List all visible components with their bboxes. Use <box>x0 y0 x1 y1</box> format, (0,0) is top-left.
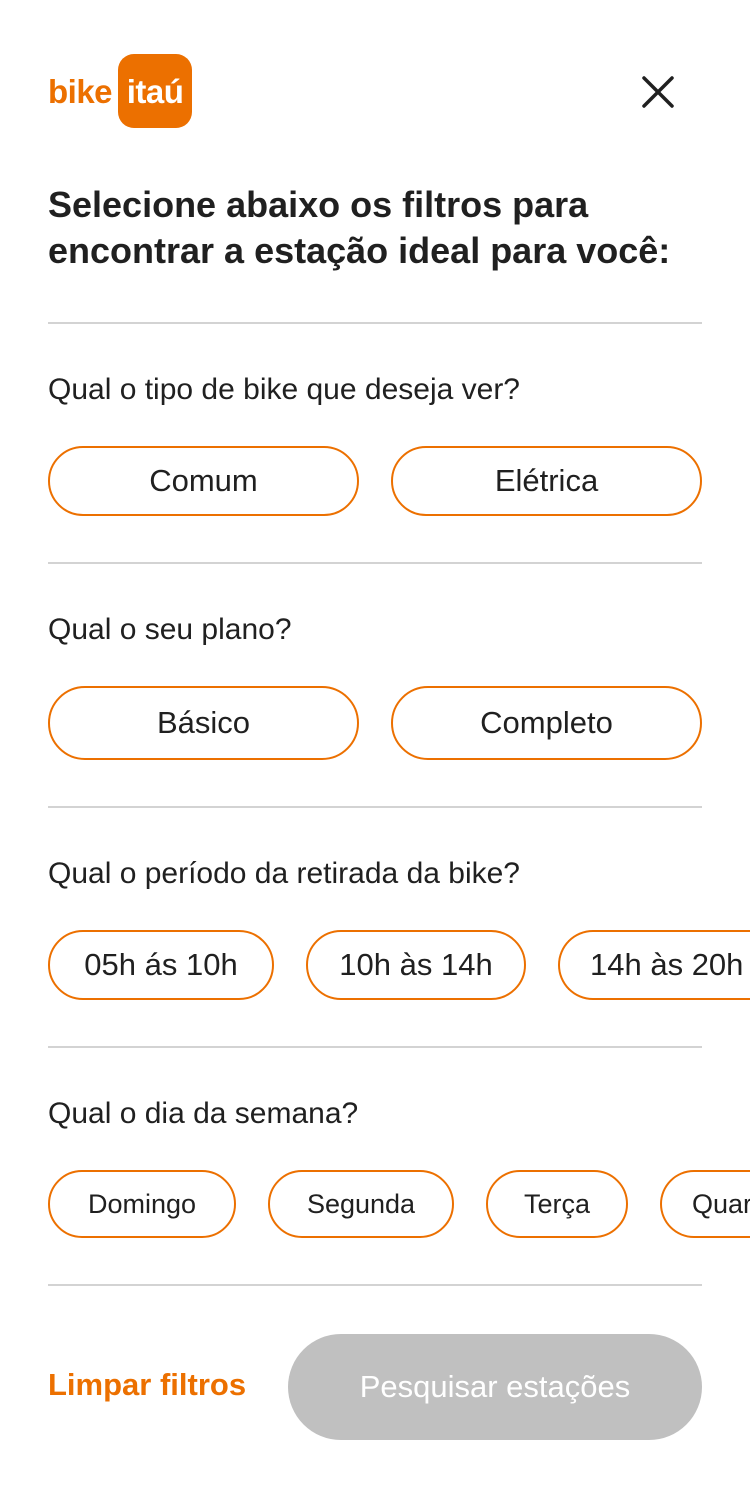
chip-plan-completo[interactable]: Completo <box>391 686 702 760</box>
chip-day-quarta[interactable]: Quarta <box>660 1170 750 1238</box>
search-stations-button[interactable]: Pesquisar estações <box>288 1334 702 1440</box>
clear-filters-link[interactable]: Limpar filtros <box>48 1366 246 1404</box>
close-button[interactable] <box>638 72 678 112</box>
question-plan: Qual o seu plano? <box>48 613 292 646</box>
chip-day-domingo[interactable]: Domingo <box>48 1170 236 1238</box>
chip-period-14-20[interactable]: 14h às 20h <box>558 930 750 1000</box>
question-period: Qual o período da retirada da bike? <box>48 857 520 890</box>
logo-bike-text: bike <box>48 72 113 110</box>
divider <box>48 562 702 564</box>
chip-bike-comum[interactable]: Comum <box>48 446 359 516</box>
close-icon <box>642 76 674 108</box>
chip-bike-eletrica[interactable]: Elétrica <box>391 446 702 516</box>
page-heading: Selecione abaixo os filtros para encontr… <box>48 184 671 271</box>
divider <box>48 322 702 324</box>
chip-plan-basico[interactable]: Básico <box>48 686 359 760</box>
divider <box>48 1284 702 1286</box>
question-bike-type: Qual o tipo de bike que deseja ver? <box>48 373 520 406</box>
divider <box>48 806 702 808</box>
chip-day-terca[interactable]: Terça <box>486 1170 628 1238</box>
bike-itau-logo: bike itaú <box>48 54 193 128</box>
divider <box>48 1046 702 1048</box>
logo-itau-badge: itaú <box>118 54 193 128</box>
question-weekday: Qual o dia da semana? <box>48 1097 359 1130</box>
chip-period-10-14[interactable]: 10h às 14h <box>306 930 526 1000</box>
chip-day-segunda[interactable]: Segunda <box>268 1170 454 1238</box>
chip-period-05-10[interactable]: 05h ás 10h <box>48 930 274 1000</box>
